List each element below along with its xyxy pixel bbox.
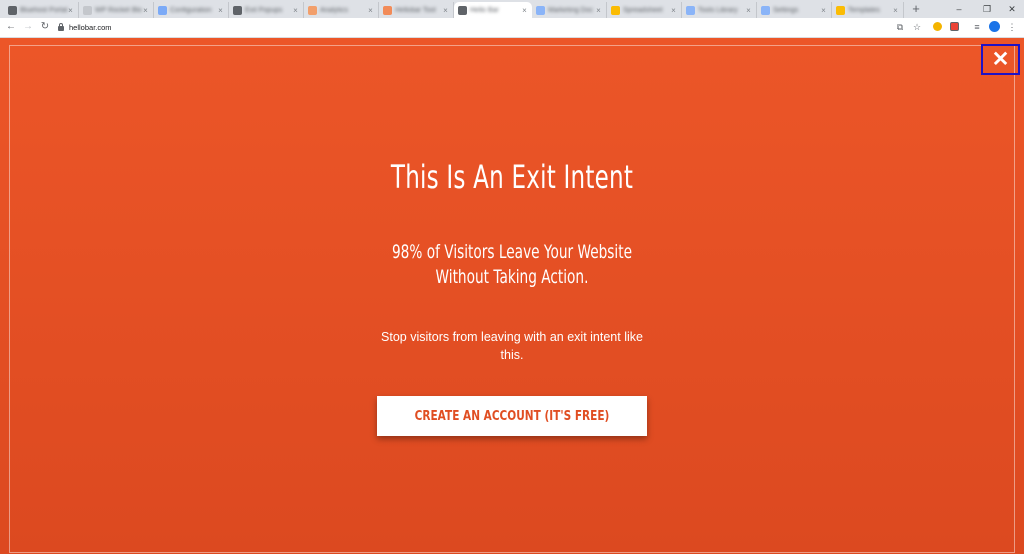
close-icon: ✕ — [991, 48, 1010, 71]
forward-button[interactable]: → — [21, 20, 35, 34]
sheet-icon — [836, 5, 845, 15]
back-button[interactable]: ← — [4, 20, 18, 34]
close-icon[interactable]: × — [292, 6, 299, 15]
docs-icon — [158, 5, 167, 15]
docs-icon — [536, 5, 545, 15]
window-close-button[interactable]: ✕ — [998, 0, 1024, 18]
browser-tab[interactable]: Tools Library × — [682, 2, 757, 18]
browser-tab[interactable]: Analytics × — [304, 2, 379, 18]
browser-tab-active[interactable]: Hello Bar × — [454, 2, 532, 18]
restore-button[interactable]: ❐ — [973, 0, 1001, 18]
new-tab-button[interactable]: + — [908, 2, 924, 16]
lock-icon — [58, 23, 64, 31]
browser-tab[interactable]: Templates × — [832, 2, 904, 18]
close-icon[interactable]: × — [820, 6, 827, 15]
orange-icon — [308, 5, 317, 15]
create-account-button[interactable]: CREATE AN ACCOUNT (IT'S FREE) — [377, 396, 647, 436]
tab-title: WP Rocket Blog — [95, 6, 142, 14]
create-account-button-label: CREATE AN ACCOUNT (IT'S FREE) — [414, 408, 610, 424]
arrow-right-icon: → — [23, 21, 33, 32]
address-bar[interactable]: hellobar.com — [58, 19, 908, 36]
sheet-icon — [611, 5, 620, 15]
reading-list-icon[interactable]: ≡ — [971, 21, 983, 33]
page-icon — [8, 5, 17, 15]
tab-title: Templates — [848, 6, 880, 14]
translate-icon[interactable]: ⧉ — [894, 21, 906, 33]
reload-icon: ↻ — [40, 21, 50, 32]
tab-title: Exit Popups — [245, 6, 283, 14]
browser-tab[interactable]: Spreadsheet × — [607, 2, 682, 18]
subheadline-line: Without Taking Action. — [435, 266, 589, 288]
bookmark-star-icon[interactable]: ☆ — [911, 21, 923, 33]
close-icon[interactable]: × — [67, 6, 74, 15]
tab-title: Hello Bar — [470, 6, 499, 14]
browser-tab[interactable]: Exit Popups × — [229, 2, 304, 18]
url-text: hellobar.com — [69, 23, 112, 32]
popup-headline: This Is An Exit Intent — [390, 158, 634, 196]
close-icon[interactable]: × — [442, 6, 449, 15]
popup-description: Stop visitors from leaving with an exit … — [0, 328, 1024, 364]
tab-title: Spreadsheet — [623, 6, 663, 14]
avatar[interactable] — [988, 21, 1000, 33]
tab-title: Hellobar Tool — [395, 6, 436, 14]
popup-close-button[interactable]: ✕ — [981, 44, 1020, 75]
close-icon[interactable]: × — [745, 6, 752, 15]
browser-tab[interactable]: Hellobar Tool × — [379, 2, 454, 18]
tab-title: Bluehost Portal — [20, 6, 67, 14]
description-line: Stop visitors from leaving with an exit … — [381, 330, 643, 344]
close-icon[interactable]: × — [367, 6, 374, 15]
close-icon[interactable]: × — [670, 6, 677, 15]
docs-icon — [686, 5, 695, 15]
exit-intent-popup: ✕ This Is An Exit Intent 98% of Visitors… — [0, 38, 1024, 554]
minimize-button[interactable]: – — [945, 0, 973, 18]
tab-title: Analytics — [320, 6, 349, 14]
subheadline-line: 98% of Visitors Leave Your Website — [391, 241, 633, 263]
browser-toolbar: ← → ↻ hellobar.com ⧉ ☆ ≡ ⋮ — [0, 18, 1024, 38]
popup-border — [9, 45, 1015, 553]
close-icon[interactable]: × — [521, 6, 528, 15]
tab-title: Tools Library — [698, 6, 738, 14]
tab-title: Marketing Doc — [548, 6, 594, 14]
extension-icon[interactable] — [948, 21, 960, 33]
tab-title: Settings — [773, 6, 799, 14]
tab-strip: Bluehost Portal × WP Rocket Blog × Confi… — [0, 0, 1024, 18]
page-icon — [233, 5, 242, 15]
docs-icon — [761, 5, 770, 15]
page-icon — [83, 5, 92, 15]
browser-tab[interactable]: Marketing Doc × — [532, 2, 607, 18]
menu-kebab-icon[interactable]: ⋮ — [1006, 21, 1018, 33]
close-icon[interactable]: × — [217, 6, 224, 15]
reload-button[interactable]: ↻ — [38, 20, 52, 34]
arrow-left-icon: ← — [6, 21, 16, 32]
description-line: this. — [500, 348, 524, 362]
browser-tab[interactable]: Bluehost Portal × — [4, 2, 79, 18]
browser-tab[interactable]: WP Rocket Blog × — [79, 2, 154, 18]
close-icon[interactable]: × — [142, 6, 149, 15]
popup-subheadline: 98% of Visitors Leave Your Website Witho… — [143, 240, 880, 290]
tab-title: Configuration — [170, 6, 212, 14]
close-icon[interactable]: × — [892, 6, 899, 15]
browser-tab[interactable]: Configuration × — [154, 2, 229, 18]
page-icon — [458, 5, 467, 15]
browser-tab[interactable]: Settings × — [757, 2, 832, 18]
close-icon[interactable]: × — [595, 6, 602, 15]
extension-icon[interactable] — [931, 21, 943, 33]
orange-icon — [383, 5, 392, 15]
